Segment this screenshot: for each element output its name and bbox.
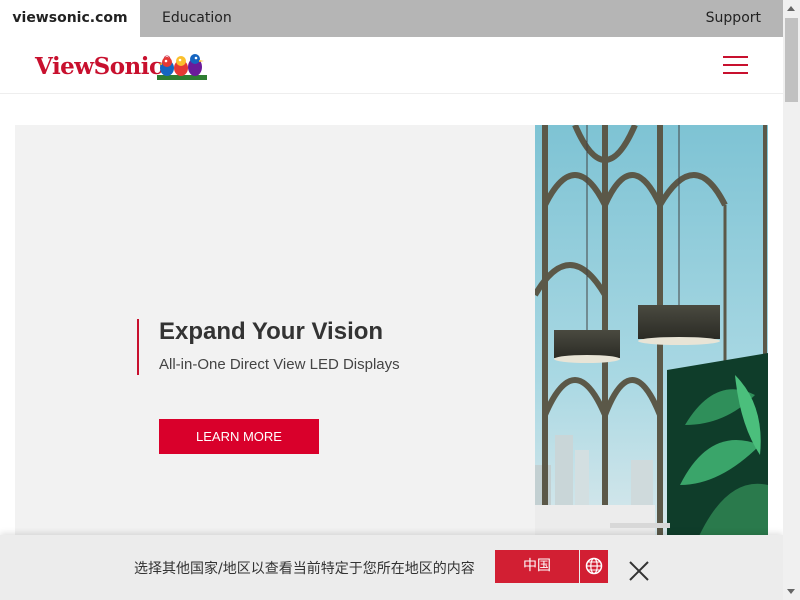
hero-image-led-display	[535, 125, 768, 545]
site-header: ViewSonic®	[0, 37, 783, 94]
scrollbar-thumb[interactable]	[785, 18, 798, 102]
region-selection-banner: 选择其他国家/地区以查看当前特定于您所在地区的内容 中国	[0, 535, 783, 600]
hero-banner: Expand Your Vision All-in-One Direct Vie…	[15, 125, 768, 545]
viewsonic-logo[interactable]: ViewSonic®	[35, 53, 172, 80]
learn-more-button[interactable]: LEARN MORE	[159, 419, 319, 454]
scroll-down-arrow-icon[interactable]	[783, 583, 800, 600]
hero-subtitle: All-in-One Direct View LED Displays	[159, 356, 400, 373]
region-message: 选择其他国家/地区以查看当前特定于您所在地区的内容	[134, 561, 475, 577]
globe-icon[interactable]	[580, 550, 608, 583]
top-utility-bar: viewsonic.com Education Support	[0, 0, 783, 37]
tab-education[interactable]: Education	[162, 0, 232, 37]
hamburger-line	[723, 64, 748, 66]
hamburger-menu-icon[interactable]	[723, 54, 749, 76]
birds-logo-icon	[157, 54, 207, 80]
region-select-button[interactable]: 中国	[495, 550, 579, 583]
page-scrollbar[interactable]	[783, 0, 800, 600]
tab-viewsonic-com[interactable]: viewsonic.com	[0, 0, 140, 37]
close-icon[interactable]	[628, 560, 650, 582]
hamburger-line	[723, 56, 748, 58]
logo-text: ViewSonic	[35, 53, 163, 80]
hero-title: Expand Your Vision	[159, 318, 384, 345]
support-link[interactable]: Support	[706, 0, 761, 37]
scroll-up-arrow-icon[interactable]	[783, 0, 800, 17]
hamburger-line	[723, 72, 748, 74]
hero-accent-line	[137, 319, 139, 375]
